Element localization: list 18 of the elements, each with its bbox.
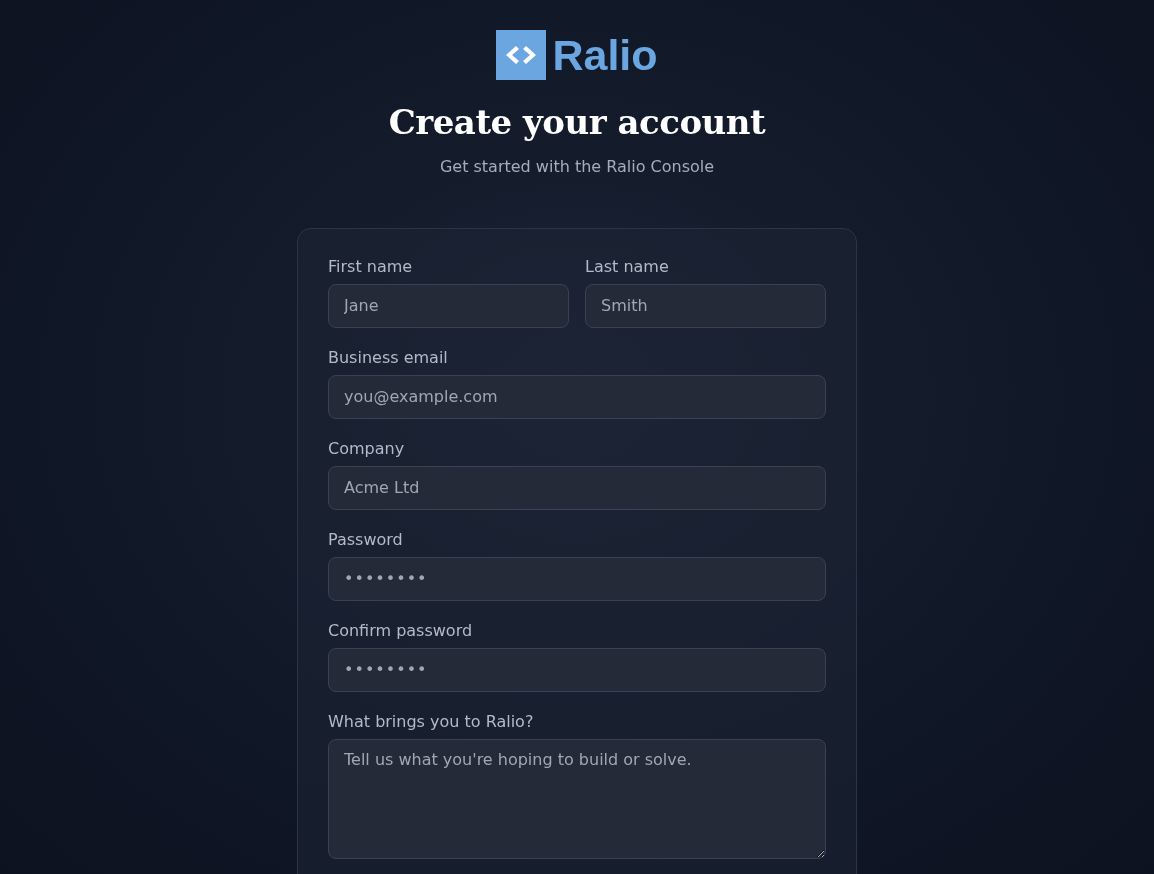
password-field[interactable]: •••••••• xyxy=(328,647,826,692)
field-label: Last name xyxy=(585,256,670,277)
field-label: Company xyxy=(328,438,406,459)
password-field[interactable]: •••••••• xyxy=(328,556,826,601)
field-label: Password xyxy=(328,529,404,550)
field-label: Business email xyxy=(328,347,449,368)
input-field[interactable]: Smith xyxy=(585,283,826,328)
logo-icon xyxy=(496,30,547,80)
input-field[interactable]: Jane xyxy=(328,283,569,328)
field-label: First name xyxy=(328,256,414,277)
page-title: Create your account xyxy=(388,102,766,143)
email-field[interactable]: you@example.com xyxy=(328,374,826,419)
brand-name: Ralio xyxy=(552,33,658,77)
field-label: Confirm password xyxy=(328,620,474,641)
message-field[interactable]: Tell us what you're hoping to build or solve. xyxy=(328,738,826,859)
input-field[interactable]: Acme Ltd xyxy=(328,465,826,510)
page-subtitle: Get started with the Ralio Console xyxy=(439,156,715,176)
field-label: What brings you to Ralio? xyxy=(328,711,535,732)
